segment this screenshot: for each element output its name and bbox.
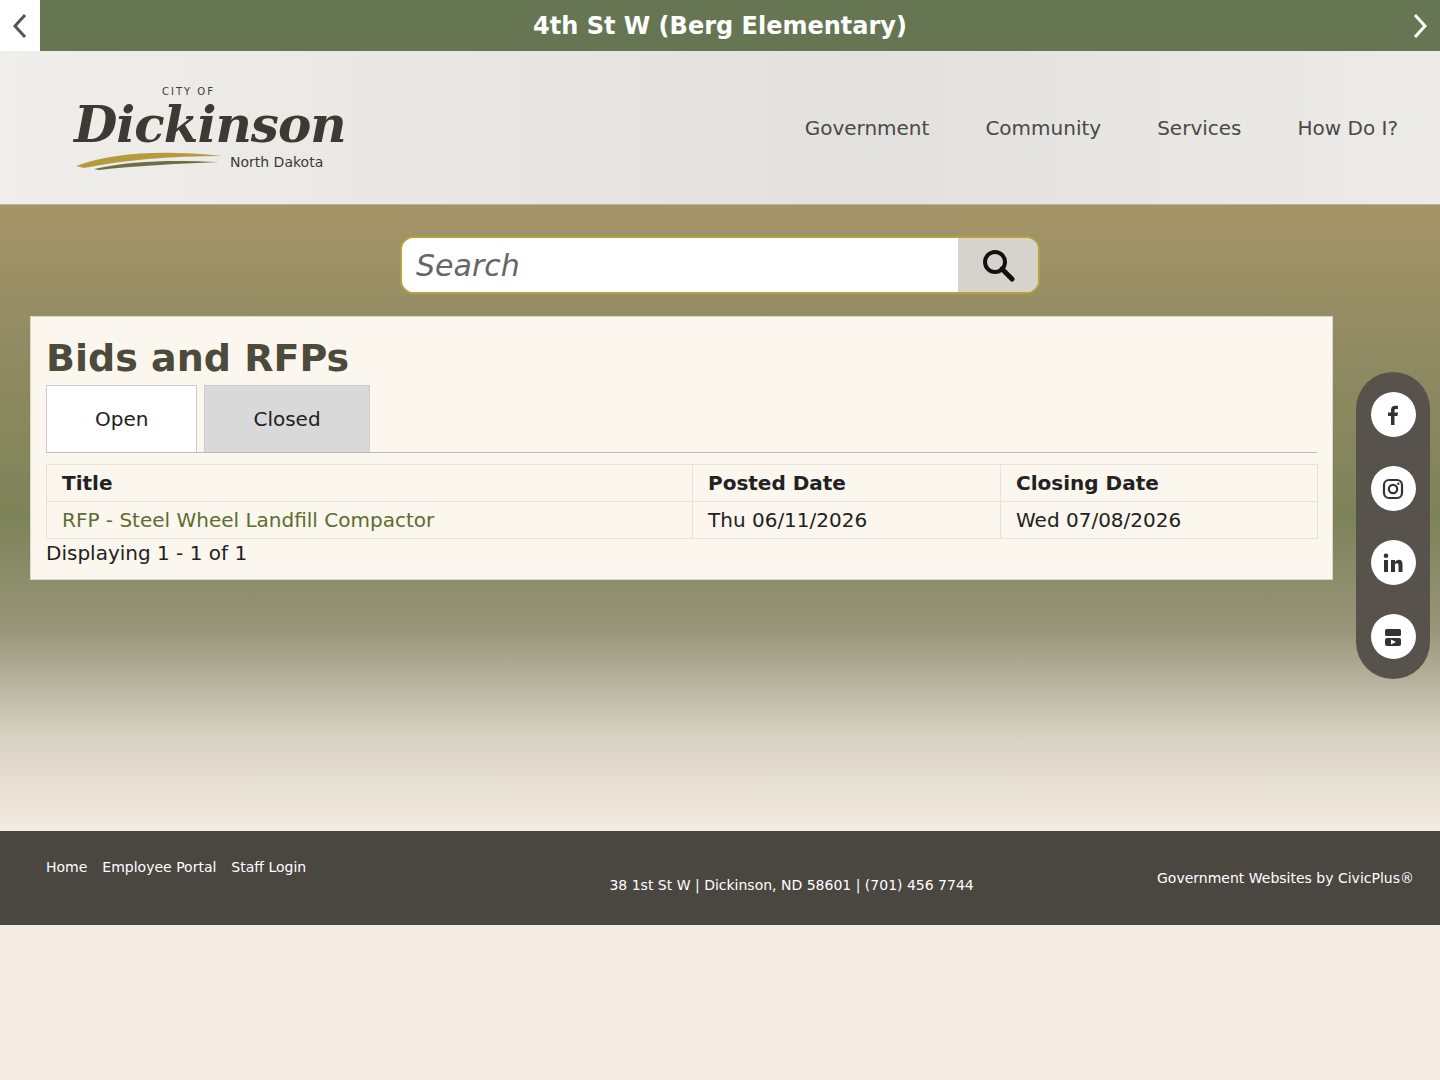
linkedin-button[interactable] xyxy=(1371,540,1416,585)
table-header-row: TitlePosted DateClosing Date xyxy=(47,465,1318,502)
alert-title[interactable]: 4th St W (Berg Elementary) xyxy=(40,12,1400,40)
footer-credit[interactable]: Government Websites by CivicPlus® xyxy=(1157,870,1414,886)
bid-link[interactable]: RFP - Steel Wheel Landfill Compactor xyxy=(62,508,434,532)
footer-link[interactable]: Home xyxy=(46,859,87,875)
main-nav: Government Community Services How Do I? xyxy=(805,116,1398,140)
nav-item[interactable]: Government xyxy=(805,116,930,140)
nav-item[interactable]: Services xyxy=(1157,116,1241,140)
magnifier-icon xyxy=(981,248,1015,282)
hero-section: Bids and RFPs OpenClosed TitlePosted Dat… xyxy=(0,205,1440,831)
youtube-icon xyxy=(1381,625,1405,649)
social-bar xyxy=(1356,372,1430,679)
facebook-icon xyxy=(1381,403,1405,427)
logo-prefix: CITY OF xyxy=(162,86,346,98)
nav-item[interactable]: How Do I? xyxy=(1298,116,1399,140)
swoosh-icon xyxy=(74,148,224,170)
bids-panel: Bids and RFPs OpenClosed TitlePosted Dat… xyxy=(30,316,1333,580)
nav-item[interactable]: Community xyxy=(985,116,1101,140)
previous-alert-button[interactable] xyxy=(0,0,40,51)
column-header: Posted Date xyxy=(693,465,1001,502)
site-header: CITY OF Dickinson North Dakota Governmen… xyxy=(0,51,1440,205)
instagram-icon xyxy=(1381,477,1405,501)
tab[interactable]: Open xyxy=(46,385,197,452)
page: 4th St W (Berg Elementary) CITY OF Dicki… xyxy=(0,0,1440,1080)
search-bar xyxy=(400,236,1040,294)
footer-link[interactable]: Employee Portal xyxy=(102,859,216,875)
search-input[interactable] xyxy=(402,238,958,292)
city-logo[interactable]: CITY OF Dickinson North Dakota xyxy=(74,86,346,170)
bids-table: TitlePosted DateClosing DateRFP - Steel … xyxy=(46,464,1318,539)
footer-link[interactable]: Staff Login xyxy=(231,859,306,875)
next-alert-button[interactable] xyxy=(1400,0,1440,51)
search-button[interactable] xyxy=(958,238,1038,292)
column-header: Title xyxy=(47,465,693,502)
footer-address: 38 1st St W | Dickinson, ND 58601 | (701… xyxy=(609,877,973,893)
instagram-button[interactable] xyxy=(1371,466,1416,511)
tabs: OpenClosed xyxy=(46,385,1317,453)
facebook-button[interactable] xyxy=(1371,392,1416,437)
column-header: Closing Date xyxy=(1001,465,1318,502)
chevron-left-icon xyxy=(12,13,28,39)
tab[interactable]: Closed xyxy=(204,385,369,452)
chevron-right-icon xyxy=(1412,13,1428,39)
linkedin-icon xyxy=(1381,551,1405,575)
youtube-button[interactable] xyxy=(1371,614,1416,659)
page-title: Bids and RFPs xyxy=(46,335,1317,381)
alert-bar: 4th St W (Berg Elementary) xyxy=(0,0,1440,51)
table-row: RFP - Steel Wheel Landfill Compactor Thu … xyxy=(47,502,1318,539)
logo-name: Dickinson xyxy=(74,98,346,152)
pager-text: Displaying 1 - 1 of 1 xyxy=(46,541,1317,565)
posted-date: Thu 06/11/2026 xyxy=(693,502,1001,539)
logo-region: North Dakota xyxy=(230,154,323,170)
site-footer: Home Employee Portal Staff Login 38 1st St… xyxy=(0,831,1440,925)
closing-date: Wed 07/08/2026 xyxy=(1001,502,1318,539)
